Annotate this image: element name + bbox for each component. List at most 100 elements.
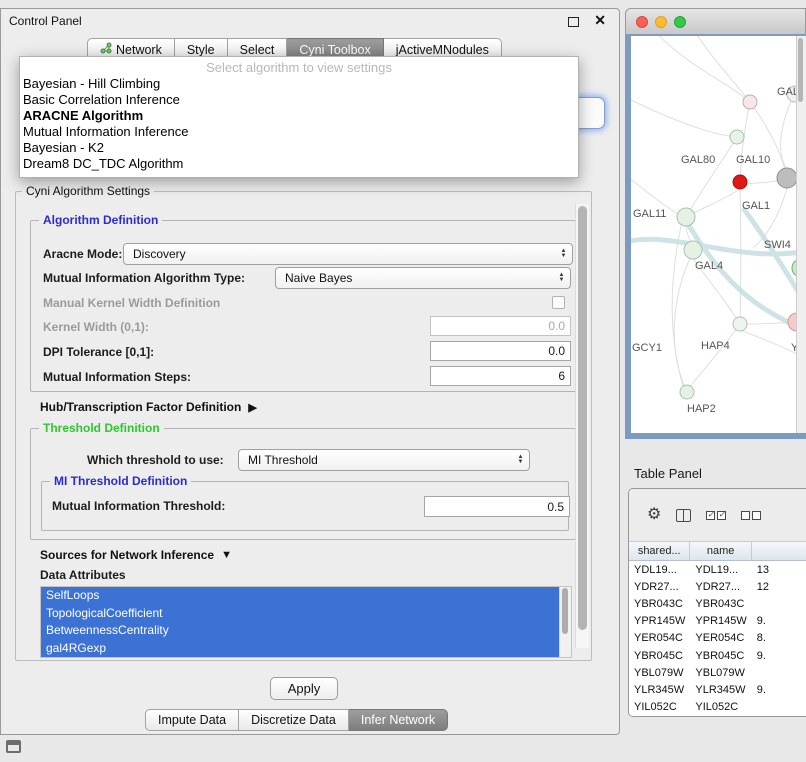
minimize-traffic-light[interactable] bbox=[655, 16, 667, 28]
node-label: SWI4 bbox=[764, 239, 791, 251]
mi-steps-field[interactable] bbox=[430, 366, 571, 386]
which-threshold-combobox[interactable]: MI Threshold bbox=[238, 449, 530, 471]
cyni-mode-tabs: Impute Data Discretize Data Infer Networ… bbox=[145, 709, 448, 731]
cell[interactable]: 8. bbox=[752, 632, 806, 644]
cell[interactable]: 9. bbox=[752, 650, 806, 662]
apply-button[interactable]: Apply bbox=[270, 677, 338, 700]
list-item[interactable]: TopologicalCoefficient bbox=[41, 605, 560, 623]
cell[interactable]: YBR045C bbox=[690, 650, 751, 662]
data-attributes-label: Data Attributes bbox=[40, 566, 126, 584]
popup-item-dream8[interactable]: Dream8 DC_TDC Algorithm bbox=[20, 156, 578, 172]
expanded-arrow-icon[interactable]: ▼ bbox=[221, 549, 232, 561]
select-all-icon[interactable] bbox=[706, 511, 726, 520]
popup-item-bayesian-k2[interactable]: Bayesian - K2 bbox=[20, 140, 578, 156]
tab-label: Network bbox=[116, 43, 162, 57]
close-icon[interactable]: ✕ bbox=[594, 12, 606, 29]
zoom-traffic-light[interactable] bbox=[674, 16, 686, 28]
column-header-shared-name[interactable]: shared... bbox=[629, 542, 690, 560]
cell[interactable]: YDR27... bbox=[629, 581, 690, 593]
mi-threshold-field[interactable] bbox=[424, 496, 570, 517]
popup-item-basic-correlation[interactable]: Basic Correlation Inference bbox=[20, 92, 578, 108]
popup-item-bayesian-hill-climbing[interactable]: Bayesian - Hill Climbing bbox=[20, 76, 578, 92]
popup-item-mutual-information[interactable]: Mutual Information Inference bbox=[20, 124, 578, 140]
scrollbar-thumb[interactable] bbox=[798, 38, 803, 102]
table-row[interactable]: YBR045C YBR045C 9. bbox=[629, 647, 806, 664]
scrollbar-thumb[interactable] bbox=[578, 206, 587, 630]
table-row[interactable]: YBR043C YBR043C bbox=[629, 595, 806, 612]
table-row[interactable]: YDL19... YDL19... 13 bbox=[629, 561, 806, 578]
cell[interactable]: YBL079W bbox=[629, 667, 690, 679]
data-attributes-list[interactable]: SelfLoops TopologicalCoefficient Between… bbox=[40, 586, 572, 658]
cell[interactable]: 9. bbox=[752, 684, 806, 696]
cell[interactable]: YBR043C bbox=[690, 598, 751, 610]
network-vertical-scrollbar[interactable] bbox=[796, 36, 806, 433]
settings-vertical-scrollbar[interactable] bbox=[575, 204, 589, 648]
tab-discretize-data[interactable]: Discretize Data bbox=[239, 709, 349, 731]
algorithm-definition-group: Algorithm Definition Aracne Mode: Discov… bbox=[30, 220, 576, 392]
table-panel-window: ⚙ shared... name YDL19... YDL19... 13 YD… bbox=[628, 488, 806, 717]
table-panel-title: Table Panel bbox=[634, 466, 702, 481]
tab-label: Cyni Toolbox bbox=[299, 43, 370, 57]
column-header-name[interactable]: name bbox=[690, 542, 751, 560]
cell[interactable]: 9. bbox=[752, 615, 806, 627]
cell[interactable]: YDR27... bbox=[690, 581, 751, 593]
node-label: GAL bbox=[777, 86, 797, 98]
manual-kernel-width-label: Manual Kernel Width Definition bbox=[43, 293, 220, 313]
list-item[interactable]: SelfLoops bbox=[41, 587, 560, 605]
list-item[interactable]: gal4RGexp bbox=[41, 640, 560, 658]
cell[interactable]: YIL052C bbox=[629, 701, 690, 713]
list-vertical-scrollbar[interactable] bbox=[559, 587, 571, 657]
network-node-labels: GAL GAL80 GAL10 GAL11 GAL1 SWI4 GAL4 GCY… bbox=[632, 86, 797, 415]
tab-infer-network[interactable]: Infer Network bbox=[349, 709, 448, 731]
dpi-tolerance-label: DPI Tolerance [0,1]: bbox=[43, 342, 154, 362]
threshold-definition-group: Threshold Definition Which threshold to … bbox=[30, 428, 576, 540]
popup-item-aracne[interactable]: ARACNE Algorithm bbox=[20, 108, 578, 124]
list-item[interactable]: BetweennessCentrality bbox=[41, 622, 560, 640]
table-row[interactable]: YPR145W YPR145W 9. bbox=[629, 613, 806, 630]
table-row[interactable]: YBL079W YBL079W bbox=[629, 664, 806, 681]
cell[interactable]: YER054C bbox=[629, 632, 690, 644]
cell[interactable]: YBR043C bbox=[629, 598, 690, 610]
desktop: Control Panel ✕ Network Style bbox=[0, 0, 806, 762]
network-graph[interactable]: GAL GAL80 GAL10 GAL11 GAL1 SWI4 GAL4 GCY… bbox=[631, 36, 797, 433]
float-window-icon[interactable] bbox=[568, 17, 579, 27]
mi-algorithm-type-combobox[interactable]: Naive Bayes bbox=[275, 267, 571, 289]
cell[interactable]: YIL052C bbox=[690, 701, 751, 713]
deselect-all-icon[interactable] bbox=[741, 511, 761, 520]
minimized-panel-icon[interactable] bbox=[6, 740, 21, 753]
cell[interactable]: YBR045C bbox=[629, 650, 690, 662]
control-panel-titlebar[interactable]: Control Panel ✕ bbox=[1, 9, 619, 33]
collapsed-arrow-icon[interactable]: ▶ bbox=[248, 401, 256, 414]
network-window-titlebar[interactable] bbox=[625, 8, 806, 34]
sources-section-header[interactable]: Sources for Network Inference ▼ bbox=[40, 546, 232, 564]
table-row[interactable]: YIL052C YIL052C bbox=[629, 699, 806, 716]
column-header-partial[interactable] bbox=[752, 542, 806, 560]
table-row[interactable]: YLR345W YLR345W 9. bbox=[629, 681, 806, 698]
cell[interactable]: YLR345W bbox=[690, 684, 751, 696]
cell[interactable]: 12 bbox=[752, 581, 806, 593]
tab-impute-data[interactable]: Impute Data bbox=[145, 709, 239, 731]
mi-algorithm-type-label: Mutual Information Algorithm Type: bbox=[43, 267, 245, 289]
gear-icon[interactable]: ⚙ bbox=[647, 507, 661, 523]
close-traffic-light[interactable] bbox=[636, 16, 648, 28]
cell[interactable]: YLR345W bbox=[629, 684, 690, 696]
columns-icon[interactable] bbox=[676, 509, 691, 522]
cell[interactable]: YDL19... bbox=[690, 564, 751, 576]
network-canvas[interactable]: GAL GAL80 GAL10 GAL11 GAL1 SWI4 GAL4 GCY… bbox=[631, 36, 806, 433]
algorithm-dropdown-popup: Select algorithm to view settings Bayesi… bbox=[19, 56, 579, 178]
aracne-mode-combobox[interactable]: Discovery bbox=[123, 243, 573, 265]
scrollbar-thumb[interactable] bbox=[562, 588, 568, 634]
mi-threshold-definition-group: MI Threshold Definition Mutual Informati… bbox=[41, 481, 569, 531]
cell[interactable]: YER054C bbox=[690, 632, 751, 644]
table-row[interactable]: YDR27... YDR27... 12 bbox=[629, 578, 806, 595]
dpi-tolerance-field[interactable] bbox=[430, 341, 571, 361]
cell[interactable]: YDL19... bbox=[629, 564, 690, 576]
table-header: shared... name bbox=[629, 541, 806, 561]
node-label: HAP4 bbox=[701, 340, 730, 352]
cell[interactable]: 13 bbox=[752, 564, 806, 576]
cell[interactable]: YPR145W bbox=[690, 615, 751, 627]
cell[interactable]: YPR145W bbox=[629, 615, 690, 627]
cell[interactable]: YBL079W bbox=[690, 667, 751, 679]
hub-section-header[interactable]: Hub/Transcription Factor Definition ▶ bbox=[40, 398, 257, 416]
table-row[interactable]: YER054C YER054C 8. bbox=[629, 630, 806, 647]
